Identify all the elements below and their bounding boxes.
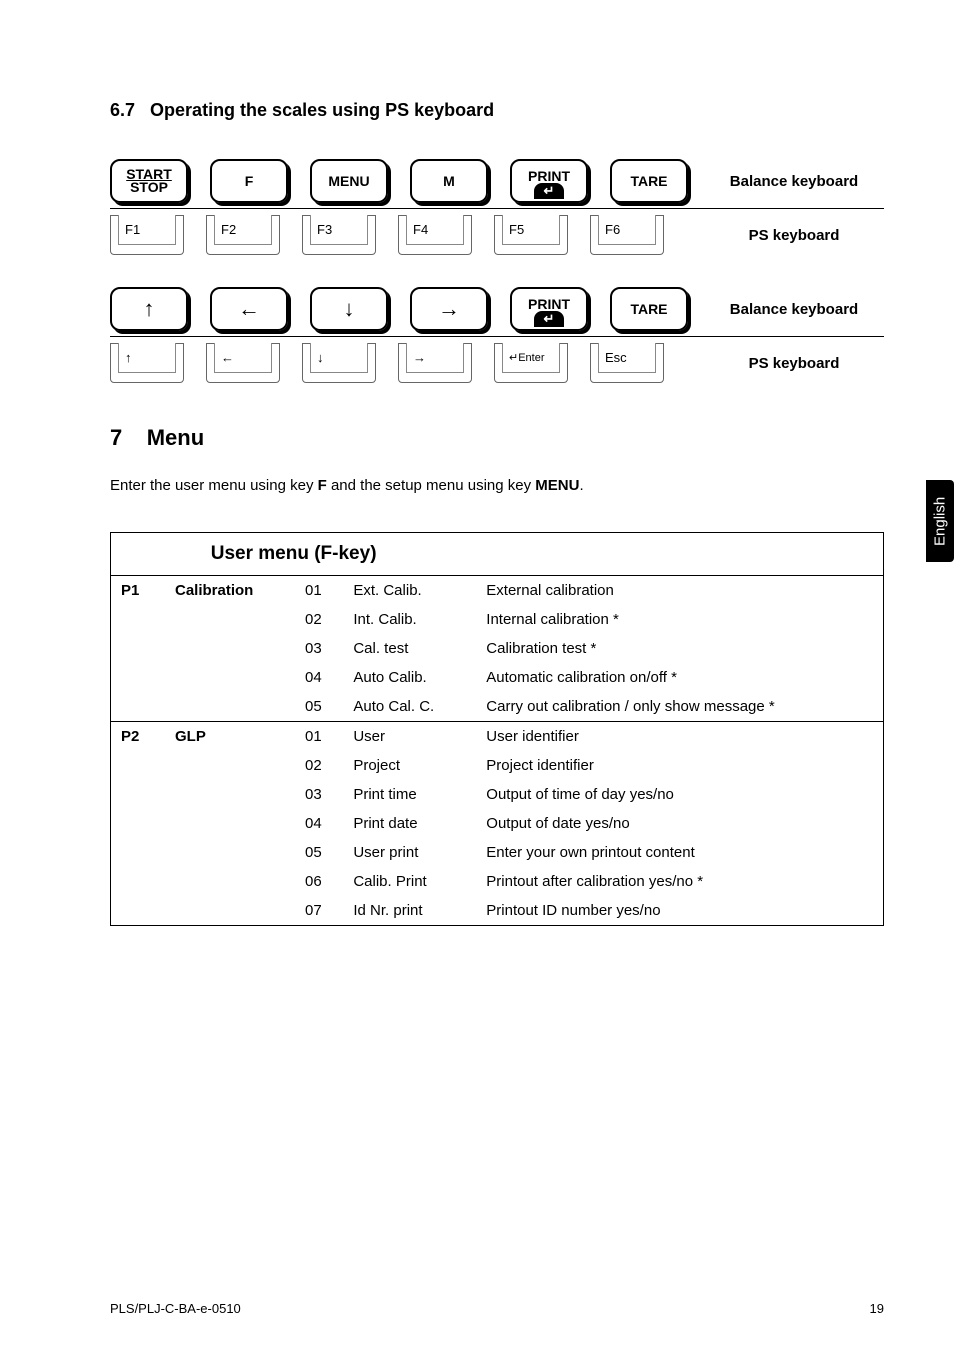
balance-key-menu: MENU [310, 159, 388, 203]
balance-key-right: → [410, 287, 488, 331]
ps-key-f4: F4 [398, 215, 472, 255]
ps-key-enter: ↵Enter [494, 343, 568, 383]
ps-key-right: → [398, 343, 472, 383]
ps-key-up: ↑ [110, 343, 184, 383]
balance-key-print-2: PRINT ↵ [510, 287, 588, 331]
ps-key-f6: F6 [590, 215, 664, 255]
ps-key-down: ↓ [302, 343, 376, 383]
section-6-7-heading: 6.7 Operating the scales using PS keyboa… [110, 100, 884, 121]
balance-row-1: START STOP F MENU M PRINT ↵ TARE Balance… [110, 157, 884, 205]
arrow-down-icon: ↓ [344, 296, 355, 322]
footer-page-number: 19 [870, 1301, 884, 1316]
balance-key-down: ↓ [310, 287, 388, 331]
arrow-right-icon: → [438, 296, 460, 322]
table-row: P2 GLP 01 User User identifier [111, 721, 884, 751]
ps-key-f1: F1 [110, 215, 184, 255]
menu-p2-code: P2 [111, 721, 166, 925]
label-ps-keyboard-2: PS keyboard [704, 355, 884, 372]
section-6-7-title: Operating the scales using PS keyboard [150, 100, 494, 120]
enter-icon: ↵ [534, 183, 565, 199]
ps-key-esc: Esc [590, 343, 664, 383]
section-7-title: Menu [147, 425, 204, 450]
user-menu-table: User menu (F-key) P1 Calibration 01 Ext.… [110, 532, 884, 926]
table-row: P1 Calibration 01 Ext. Calib. External c… [111, 575, 884, 605]
balance-row-2: ↑ ← ↓ → PRINT ↵ TARE Balance keyboard [110, 285, 884, 333]
balance-key-print: PRINT ↵ [510, 159, 588, 203]
section-7-number: 7 [110, 425, 122, 450]
section-7-intro: Enter the user menu using key F and the … [110, 475, 884, 498]
ps-key-left: ← [206, 343, 280, 383]
arrow-up-icon: ↑ [144, 296, 155, 322]
menu-p1-code: P1 [111, 575, 166, 721]
balance-key-left: ← [210, 287, 288, 331]
menu-p2-name: GLP [165, 721, 295, 925]
balance-key-m: M [410, 159, 488, 203]
menu-p1-name: Calibration [165, 575, 295, 721]
footer-doc-id: PLS/PLJ-C-BA-e-0510 [110, 1301, 241, 1316]
keymap-group-2: ↑ ← ↓ → PRINT ↵ TARE Balance keyboard ↑ … [110, 285, 884, 385]
balance-key-tare-2: TARE [610, 287, 688, 331]
arrow-left-icon: ← [238, 296, 260, 322]
ps-key-f5: F5 [494, 215, 568, 255]
user-menu-title: User menu (F-key) [111, 532, 477, 575]
ps-row-1: F1 F2 F3 F4 F5 F6 PS keyboard [110, 213, 884, 257]
label-balance-keyboard: Balance keyboard [704, 173, 884, 190]
ps-row-2: ↑ ← ↓ → ↵Enter Esc PS keyboard [110, 341, 884, 385]
keymap-group-1: START STOP F MENU M PRINT ↵ TARE Balance… [110, 157, 884, 257]
language-tab: English [926, 480, 954, 562]
balance-key-f: F [210, 159, 288, 203]
label-balance-keyboard-2: Balance keyboard [704, 301, 884, 318]
balance-key-start-stop: START STOP [110, 159, 188, 203]
section-6-7-number: 6.7 [110, 100, 135, 120]
page-footer: PLS/PLJ-C-BA-e-0510 19 [110, 1301, 884, 1316]
ps-key-f3: F3 [302, 215, 376, 255]
balance-key-tare: TARE [610, 159, 688, 203]
enter-icon: ↵ [534, 311, 565, 327]
balance-key-up: ↑ [110, 287, 188, 331]
ps-key-f2: F2 [206, 215, 280, 255]
section-7-heading: 7 Menu [110, 425, 884, 451]
label-ps-keyboard: PS keyboard [704, 227, 884, 244]
